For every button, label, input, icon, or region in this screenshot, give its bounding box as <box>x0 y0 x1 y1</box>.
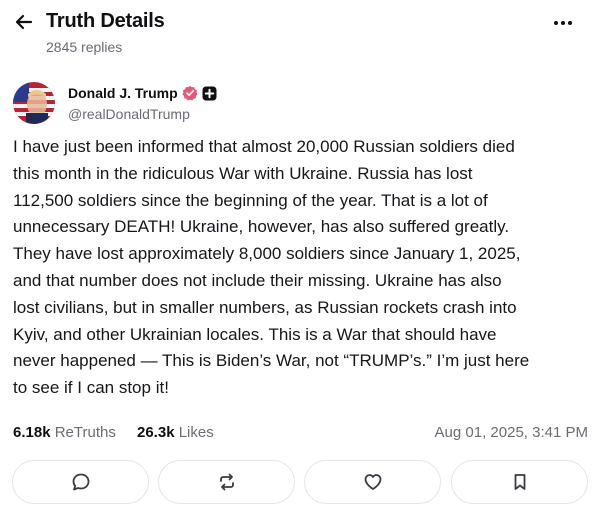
bookmark-icon <box>514 474 525 490</box>
post-text-line: unnecessary DEATH! Ukraine, however, has… <box>13 217 510 237</box>
verified-badge-icon <box>182 85 198 101</box>
more-horizontal-icon <box>554 21 572 25</box>
post-text-line: 112,500 soldiers since the beginning of … <box>13 190 488 210</box>
heart-icon <box>364 474 381 490</box>
avatar[interactable] <box>13 82 55 124</box>
back-button[interactable] <box>13 11 35 33</box>
page-title: Truth Details <box>46 10 165 32</box>
post-text-line: I have just been informed that almost 20… <box>13 137 515 156</box>
post-text-line: They have lost approximately 8,000 soldi… <box>13 244 521 264</box>
post-text-line: lost civilians, but in smaller numbers, … <box>13 297 517 317</box>
post-text-line: this month in the ridiculous War with Uk… <box>13 163 473 183</box>
post-text-line: and that number does not include their m… <box>13 270 502 290</box>
display-name-row: Donald J. Trump <box>68 85 217 101</box>
user-handle[interactable]: @realDonaldTrump <box>68 106 190 122</box>
action-bar <box>12 460 588 504</box>
post-text: I have just been informed that almost 20… <box>13 134 588 402</box>
post-timestamp: Aug 01, 2025, 3:41 PM <box>434 424 588 441</box>
post-author: Donald J. Trump @realDonaldTrump <box>13 82 583 126</box>
reply-button[interactable] <box>12 460 149 504</box>
post-stats: 6.18k ReTruths 26.3k Likes Aug 01, 2025,… <box>13 424 588 446</box>
page-header: Truth Details 2845 replies <box>0 0 598 66</box>
more-options-button[interactable] <box>552 12 574 34</box>
likes-count: 26.3k <box>137 424 175 441</box>
post-text-line: never happened — This is Biden’s War, no… <box>13 351 530 371</box>
retruths-label: ReTruths <box>54 424 116 441</box>
bookmark-button[interactable] <box>451 460 588 504</box>
likes-stat[interactable]: 26.3k Likes <box>137 424 214 441</box>
plus-badge-icon <box>202 86 217 100</box>
post-text-line: to see if I can stop it! <box>13 378 169 398</box>
likes-label: Likes <box>178 424 214 441</box>
retruth-button[interactable] <box>158 460 295 504</box>
retruths-stat[interactable]: 6.18k ReTruths <box>13 424 116 441</box>
post-text-line: Kyiv, and other Ukrainian locales. This … <box>13 324 497 344</box>
comment-icon <box>72 473 89 491</box>
retruths-count: 6.18k <box>13 424 51 441</box>
like-button[interactable] <box>304 460 441 504</box>
arrow-left-icon <box>15 14 33 30</box>
repost-icon <box>219 473 234 491</box>
display-name[interactable]: Donald J. Trump <box>68 85 178 101</box>
reply-count: 2845 replies <box>46 39 123 55</box>
